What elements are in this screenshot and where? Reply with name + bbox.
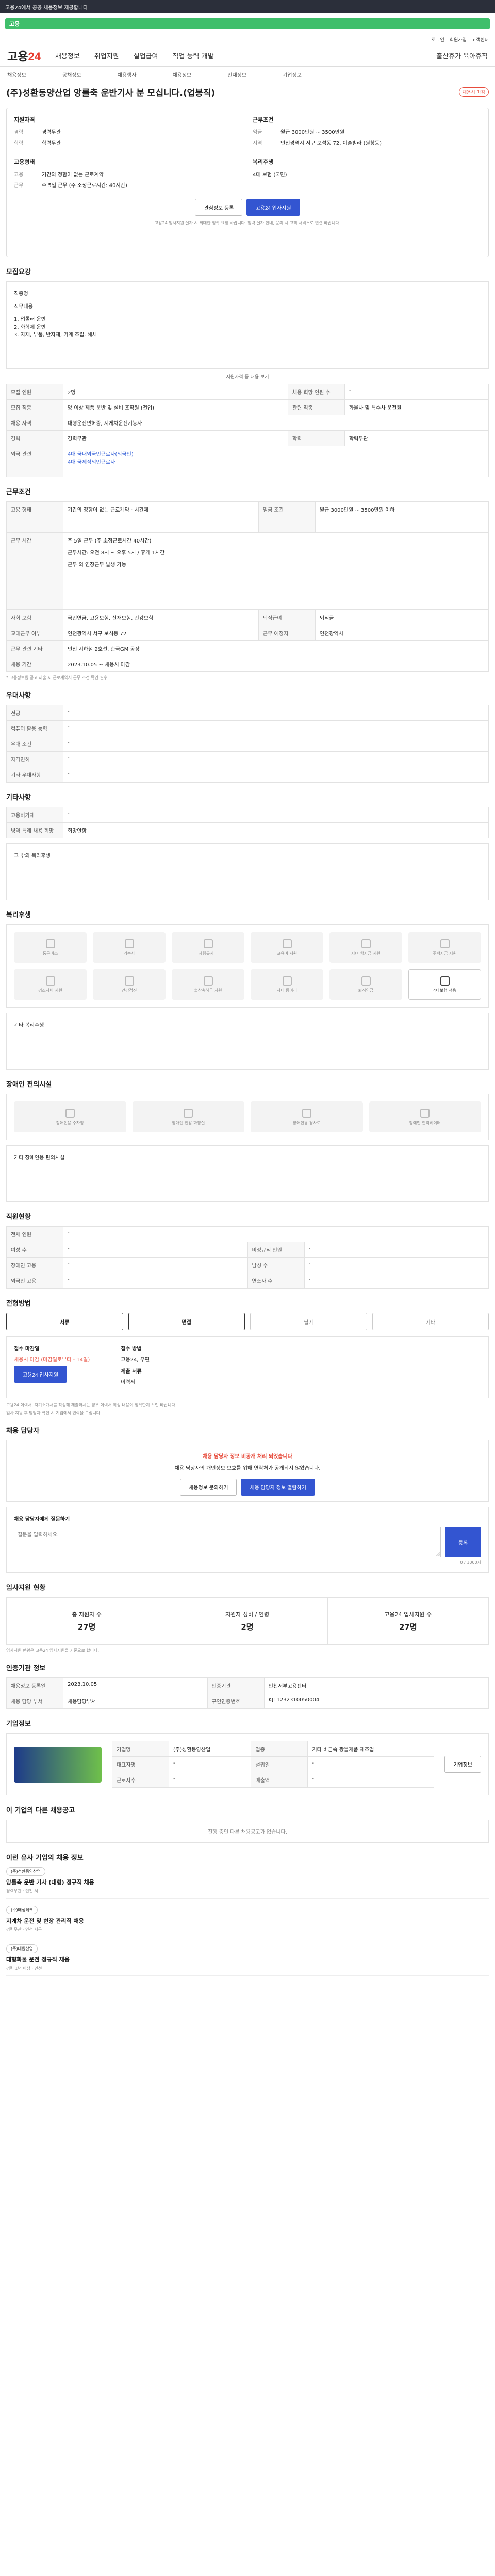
club-icon: 사내 동아리 bbox=[251, 969, 323, 1000]
prefer-table: 전공 - 컴퓨터 활용 능력 - 우대 조건 - 자격면허 - 기타 우대사항 - bbox=[6, 705, 489, 783]
info-table: 채용정보 등록일 2023.10.05 인증기관 인천서부고용센터 채용 담당 부서 채… bbox=[6, 1677, 489, 1709]
related-empty: 진행 중인 다른 채용공고가 없습니다. bbox=[6, 1820, 489, 1843]
subnav-item[interactable]: 채용정보 bbox=[7, 71, 26, 78]
work-table: 고용 형태 기간의 정함이 없는 근로계약 · 시간제 임금 조건 월급 3000만원… bbox=[6, 501, 489, 672]
company-table: 전체 인원 - 여성 수 - 비정규직 인원 - 장애인 고용 - 남성 수- 외국인 고용… bbox=[6, 1226, 489, 1289]
pension-icon: 퇴직연금 bbox=[329, 969, 402, 1000]
process-tab[interactable]: 기타 bbox=[372, 1313, 489, 1330]
section-title: 이 기업의 다른 채용공고 bbox=[6, 1807, 75, 1815]
apply-button[interactable]: 고용24 입사지원 bbox=[246, 199, 300, 216]
search-bar[interactable]: 고용 bbox=[5, 18, 490, 29]
welfare-icons: 통근버스 기숙사 차량유지비 교육비 지원 자녀 학자금 지원 주택자금 지원 … bbox=[6, 924, 489, 1008]
company-logo bbox=[14, 1746, 102, 1783]
deadline-badge: 채용시 마감 bbox=[458, 87, 489, 97]
job-title: (주)성환동양산업 앙롤축 운반기사 분 모십니다.(업봉직) bbox=[6, 88, 216, 98]
section-title: 입사지원 현황 bbox=[6, 1584, 46, 1592]
nav-benefits[interactable]: 실업급여 bbox=[134, 50, 158, 60]
recruit-text: 직종명 직무내용 1. 업롤러 운반 2. 화학제 운반 3. 자재, 부품, 반자재… bbox=[6, 281, 489, 369]
apply-stats: 총 지원자 수 27명 지원자 성비 / 연령 2명 고용24 입사지원 수 27명 bbox=[6, 1597, 489, 1645]
list-item[interactable]: (주)대원산업 대형화물 운전 정규직 채용 경력 1년 이상 · 인천 bbox=[6, 1944, 489, 1976]
login-link[interactable]: 로그인 bbox=[432, 36, 444, 43]
section-title: 모집요강 bbox=[6, 268, 31, 276]
section-title: 복리후생 bbox=[6, 911, 31, 919]
util-links: 로그인 회원가입 고객센터 bbox=[0, 34, 495, 44]
parking-icon: 장애인용 주차장 bbox=[14, 1101, 126, 1132]
nav-leave[interactable]: 출산휴가 육아휴직 bbox=[436, 50, 488, 60]
tuition-icon: 자녀 학자금 지원 bbox=[329, 932, 402, 963]
section-title: 채용 담당자 bbox=[6, 1427, 40, 1435]
firm-info-button[interactable]: 기업정보 bbox=[444, 1756, 481, 1773]
job-summary: 지원자격 경력 경력무관 학력 학력무관 고용형태 고용 기간의 정함이 없는 근로계… bbox=[6, 108, 489, 257]
subnav-item[interactable]: 인재정보 bbox=[227, 71, 246, 78]
firm-box: 기업명 (주)성환동양산업 업종 기타 비금속 광물제품 제조업 대표자명 - 설립일 - … bbox=[6, 1733, 489, 1795]
house-icon: 주택자금 지원 bbox=[408, 932, 481, 963]
disabled-box: 기타 장애인용 편의시설 bbox=[6, 1145, 489, 1202]
top-banner: 고용24에서 공공 채용정보 제공합니다 bbox=[0, 0, 495, 13]
nav-support[interactable]: 취업지원 bbox=[94, 50, 119, 60]
scrap-button[interactable]: 관심정보 등록 bbox=[195, 199, 243, 216]
section-title: 우대사항 bbox=[6, 692, 31, 700]
question-input[interactable] bbox=[14, 1527, 441, 1557]
section-title: 직원현황 bbox=[6, 1213, 31, 1221]
process-tab[interactable]: 서류 bbox=[6, 1313, 123, 1330]
view-manager-button[interactable]: 채용 담당자 정보 열람하기 bbox=[241, 1479, 315, 1496]
recruit-more[interactable]: 지원자격 등 내용 보기 bbox=[6, 369, 489, 384]
etc-box: 그 밖의 복리후생 bbox=[6, 843, 489, 900]
etc-table: 고용허가제 - 병역 특례 채용 희망 희망안함 bbox=[6, 807, 489, 838]
section-title: 전형방법 bbox=[6, 1300, 31, 1308]
dorm-icon: 기숙사 bbox=[93, 932, 166, 963]
elevator-icon: 장애인 엘리베이터 bbox=[369, 1101, 481, 1132]
health-icon: 건강검진 bbox=[93, 969, 166, 1000]
recruit-table: 모집 인원 2명 채용 희망 인원 수- 모집 직종 앙 이상 제품 운반 및 설비 … bbox=[6, 384, 489, 477]
sub-nav: 채용정보 공채정보 채용행사 채용정보 인재정보 기업정보 bbox=[0, 67, 495, 82]
process-tab[interactable]: 면접 bbox=[128, 1313, 245, 1330]
section-title: 기타사항 bbox=[6, 794, 31, 802]
apply-notice: 고용24 입사지원 절차 시 최대한 정확 요청 바랍니다. 입력 절차 안내,… bbox=[154, 221, 341, 225]
restroom-icon: 장애인 전용 화장실 bbox=[132, 1101, 244, 1132]
signup-link[interactable]: 회원가입 bbox=[450, 36, 467, 43]
work-note: * 고용정보원 공고 제출 시 근로계약서 근무 조건 확인 필수 bbox=[6, 675, 108, 680]
subnav-item[interactable]: 채용행사 bbox=[118, 71, 137, 78]
process-tabs: 서류 면접 필기 기타 bbox=[6, 1313, 489, 1330]
manager-box: 채용 담당자 정보 비공개 처리 되었습니다 채용 담당자의 개인정보 보호를 … bbox=[6, 1440, 489, 1502]
welfare-box: 기타 복리후생 bbox=[6, 1013, 489, 1070]
baby-icon: 출산축하금 지원 bbox=[172, 969, 244, 1000]
list-item[interactable]: (주)성환동양산업 앙롤축 운반 기사 (대형) 정규직 채용 경력무관 · 인… bbox=[6, 1867, 489, 1899]
insurance-icon: 4대보험 적용 bbox=[408, 969, 481, 1000]
help-link[interactable]: 고객센터 bbox=[472, 36, 489, 43]
education-icon: 교육비 지원 bbox=[251, 932, 323, 963]
list-item[interactable]: (주)태성테크 지게차 운전 및 현장 관리직 채용 경력무관 · 인천 서구 bbox=[6, 1906, 489, 1937]
subnav-item[interactable]: 공채정보 bbox=[62, 71, 81, 78]
gift-icon: 경조사비 지원 bbox=[14, 969, 87, 1000]
section-title: 인증기관 정보 bbox=[6, 1665, 46, 1672]
nav-jobs[interactable]: 채용정보 bbox=[55, 50, 80, 60]
nav-training[interactable]: 직업 능력 개발 bbox=[173, 50, 214, 60]
subnav-item[interactable]: 기업정보 bbox=[283, 71, 302, 78]
submit-question-button[interactable]: 등록 bbox=[445, 1527, 481, 1557]
apply-button-2[interactable]: 고용24 입사지원 bbox=[14, 1366, 68, 1383]
section-title: 이런 유사 기업의 채용 정보 bbox=[6, 1854, 84, 1862]
disabled-icons: 장애인용 주차장 장애인 전용 화장실 장애인용 경사로 장애인 엘리베이터 bbox=[6, 1094, 489, 1140]
similar-list: (주)성환동양산업 앙롤축 운반 기사 (대형) 정규직 채용 경력무관 · 인… bbox=[6, 1867, 489, 1976]
main-nav: 고용24 채용정보 취업지원 실업급여 직업 능력 개발 출산휴가 육아휴직 bbox=[0, 44, 495, 67]
subnav-item[interactable]: 채용정보 bbox=[172, 71, 191, 78]
qa-box: 채용 담당자에게 질문하기 등록 0 / 1000자 bbox=[6, 1507, 489, 1573]
site-logo[interactable]: 고용24 bbox=[7, 47, 41, 64]
ramp-icon: 장애인용 경사로 bbox=[251, 1101, 363, 1132]
inquiry-button[interactable]: 채용정보 문의하기 bbox=[180, 1479, 237, 1496]
section-title: 근무조건 bbox=[6, 488, 31, 496]
section-title: 기업정보 bbox=[6, 1720, 31, 1728]
bus-icon: 통근버스 bbox=[14, 932, 87, 963]
process-info: 접수 마감일 채용시 마감 (마감일로부터 - 14일) 고용24 입사지원 접… bbox=[6, 1336, 489, 1398]
process-tab[interactable]: 필기 bbox=[250, 1313, 367, 1330]
car-icon: 차량유지비 bbox=[172, 932, 244, 963]
section-title: 장애인 편의시설 bbox=[6, 1081, 52, 1089]
